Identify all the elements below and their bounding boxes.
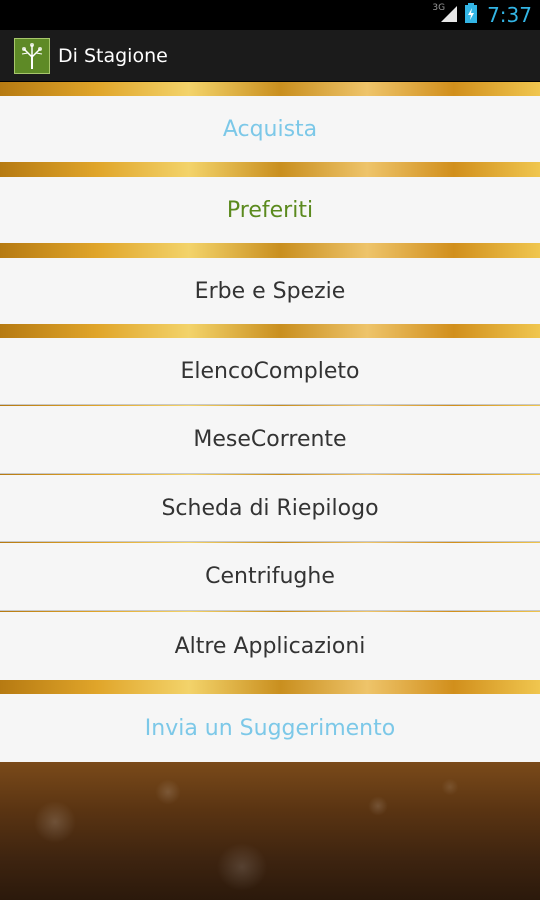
acquista-button[interactable]: Acquista [0, 96, 540, 162]
clock: 7:37 [487, 3, 532, 27]
app-title: Di Stagione [58, 44, 168, 67]
elenco-completo-button[interactable]: ElencoCompleto [0, 338, 540, 405]
mese-corrente-button[interactable]: MeseCorrente [0, 406, 540, 474]
altre-applicazioni-button[interactable]: Altre Applicazioni [0, 612, 540, 680]
network-type-label: 3G [432, 3, 446, 13]
preferiti-button[interactable]: Preferiti [0, 177, 540, 243]
action-bar: Di Stagione [0, 30, 540, 82]
status-bar: 3G 7:37 [0, 0, 540, 30]
scheda-riepilogo-button[interactable]: Scheda di Riepilogo [0, 475, 540, 542]
battery-icon [465, 3, 478, 27]
invia-suggerimento-button[interactable]: Invia un Suggerimento [0, 694, 540, 762]
centrifughe-button[interactable]: Centrifughe [0, 543, 540, 611]
erbe-spezie-button[interactable]: Erbe e Spezie [0, 258, 540, 324]
background-leaves [0, 762, 540, 900]
tree-icon[interactable] [14, 37, 50, 74]
status-icons: 3G 7:37 [432, 3, 532, 27]
